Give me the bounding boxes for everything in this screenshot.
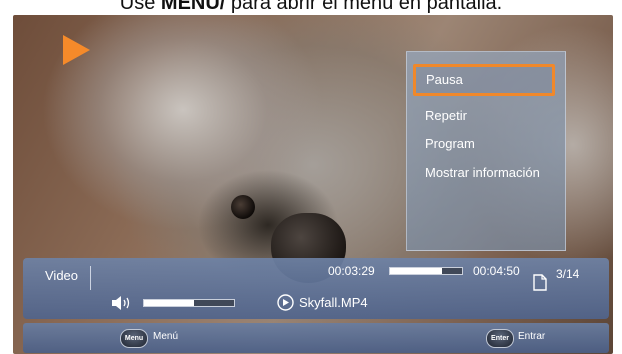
menu-item-pausa[interactable]: Pausa <box>413 64 555 96</box>
menu-item-program[interactable]: Program <box>425 136 475 151</box>
menu-key-icon[interactable]: Menu <box>120 329 148 348</box>
menu-key-label: Menú <box>153 331 179 342</box>
koala-eye <box>231 195 255 219</box>
file-index: 3/14 <box>556 267 580 281</box>
playback-progress-fill <box>390 268 442 274</box>
caption-suffix: para abrir el menú en pantalla. <box>225 0 503 14</box>
info-divider <box>90 266 91 290</box>
file-icon <box>533 274 547 291</box>
volume-bar[interactable] <box>143 299 235 307</box>
disc-icon <box>277 294 294 311</box>
menu-item-repetir[interactable]: Repetir <box>425 108 467 123</box>
elapsed-time: 00:03:29 <box>328 264 375 278</box>
media-mode-label: Video <box>45 268 79 283</box>
playback-info-bar: Video 00:03:29 00:04:50 3/14 Skyfall.MP4 <box>23 258 609 319</box>
filename-label: Skyfall.MP4 <box>299 295 368 310</box>
enter-key-label: Entrar <box>518 331 546 342</box>
total-time: 00:04:50 <box>473 264 520 278</box>
playback-progress-bar[interactable] <box>389 267 463 275</box>
instruction-caption: Use MENU/ para abrir el menú en pantalla… <box>0 0 622 16</box>
control-hint-bar: Menu Menú Enter Entrar <box>23 323 609 353</box>
caption-bold-key: MENU/ <box>160 0 226 14</box>
play-status-icon <box>63 35 90 65</box>
volume-fill <box>144 300 194 306</box>
caption-prefix: Use <box>119 0 161 14</box>
volume-speaker-icon <box>112 296 130 310</box>
video-screen: Pausa Repetir Program Mostrar informació… <box>13 15 613 354</box>
enter-key-icon[interactable]: Enter <box>486 329 514 348</box>
menu-item-mostrar-informacion[interactable]: Mostrar información <box>425 165 540 180</box>
osd-menu: Pausa Repetir Program Mostrar informació… <box>406 51 566 251</box>
